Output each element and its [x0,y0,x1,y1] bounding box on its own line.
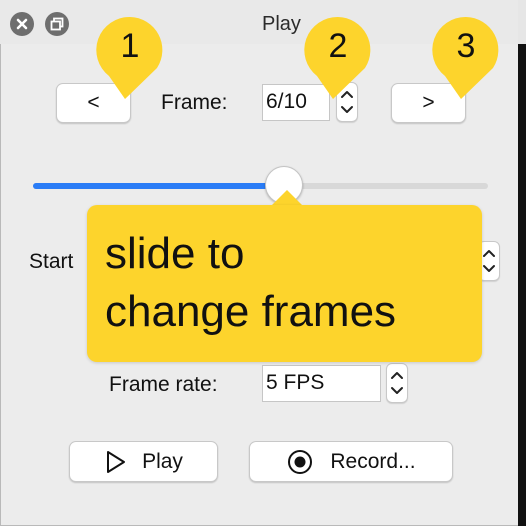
callout-line: change frames [105,287,397,336]
frame-slider-track[interactable] [33,183,488,189]
stepper-down-icon [483,265,495,272]
slider-callout: slide to change frames [87,205,482,362]
stepper-down-icon [391,387,403,394]
restore-button[interactable] [45,12,69,36]
start-label: Start [29,250,74,273]
record-button-label: Record... [330,449,416,473]
play-icon [107,450,126,473]
record-icon [288,449,313,474]
annotation-number: 1 [120,27,140,65]
close-button[interactable] [10,12,34,36]
play-button[interactable]: Play [69,441,218,482]
frame-label: Frame: [161,91,228,114]
annotation-number: 3 [456,27,476,65]
frame-rate-stepper[interactable] [386,363,408,403]
callout-line: slide to [105,229,245,278]
annotation-bubble-2: 2 [303,15,373,101]
window-title: Play [262,13,301,35]
stepper-up-icon [391,372,403,379]
close-icon [16,18,28,30]
record-button[interactable]: Record... [249,441,453,482]
restore-icon [50,17,64,31]
play-button-label: Play [142,449,183,473]
frame-rate-label: Frame rate: [109,373,218,396]
annotation-bubble-1: 1 [95,15,165,101]
annotation-number: 2 [328,27,348,65]
stepper-up-icon [483,250,495,257]
annotation-bubble-3: 3 [431,15,501,101]
frame-rate-input[interactable]: 5 FPS [262,365,381,402]
callout-text: slide to change frames [105,225,396,341]
stepper-down-icon [341,106,353,113]
background-outside-window [518,44,526,526]
window-edge [518,0,526,44]
frame-slider-fill [33,183,284,189]
